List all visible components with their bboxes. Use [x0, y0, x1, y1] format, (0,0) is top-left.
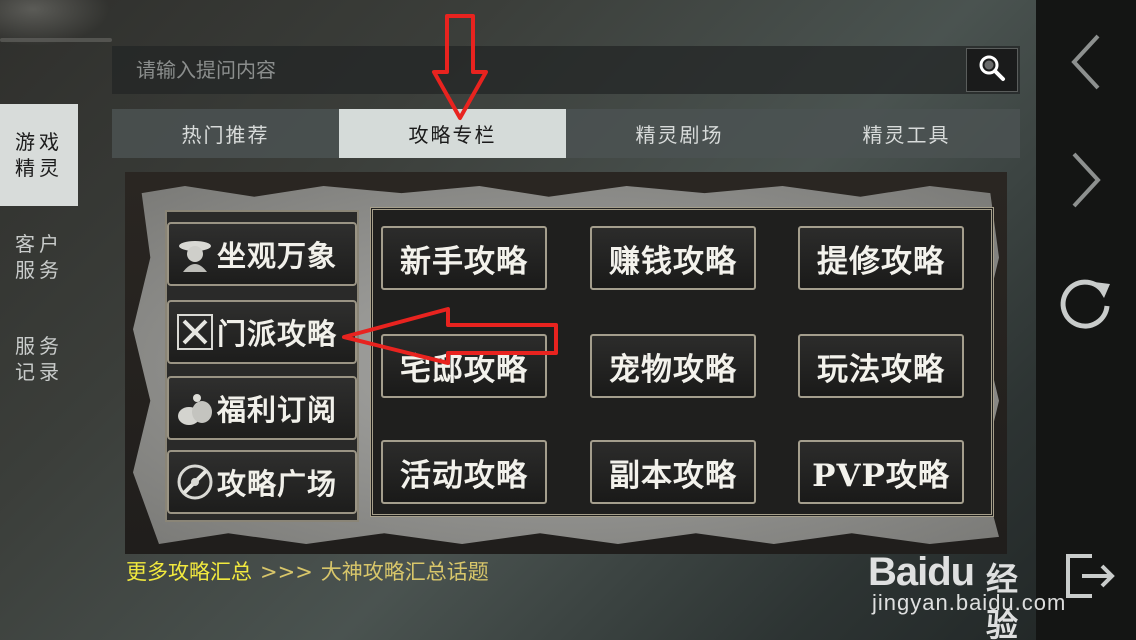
side-button-label: 门派攻略 [217, 317, 338, 351]
money-bag-icon [173, 386, 217, 430]
left-tab-label: 游戏 精灵 [15, 130, 63, 180]
left-tab-customer-service[interactable]: 客户 服务 [0, 206, 78, 308]
guide-button-newbie[interactable]: 新手攻略 [381, 226, 547, 290]
left-tab-label: 服务 记录 [15, 334, 63, 384]
tab-sprite-tools[interactable]: 精灵工具 [793, 109, 1020, 158]
compass-icon [173, 460, 217, 504]
exit-icon [1062, 548, 1118, 608]
guide-button-gameplay[interactable]: 玩法攻略 [798, 334, 964, 398]
master-guides-topic-link[interactable]: 大神攻略汇总话题 [321, 560, 489, 584]
side-button-label: 福利订阅 [217, 393, 338, 427]
guide-button-event[interactable]: 活动攻略 [381, 440, 547, 504]
guide-button-dungeon[interactable]: 副本攻略 [590, 440, 756, 504]
search-input[interactable] [112, 46, 964, 94]
watermark-logo: Baidu [868, 550, 975, 594]
tab-sprite-theater[interactable]: 精灵剧场 [566, 109, 793, 158]
guide-button-mansion[interactable]: 宅邸攻略 [381, 334, 547, 398]
left-tab-service-records[interactable]: 服务 记录 [0, 308, 78, 410]
footer-links: 更多攻略汇总 >>> 大神攻略汇总话题 [126, 557, 489, 587]
watermark-url: jingyan.baidu.com [872, 590, 1067, 615]
more-guides-link[interactable]: 更多攻略汇总 [126, 560, 252, 584]
refresh-icon [1058, 274, 1114, 330]
guide-button-earn-money[interactable]: 赚钱攻略 [590, 226, 756, 290]
search-icon [978, 54, 1006, 86]
search-bar [112, 46, 1020, 94]
side-button-label: 攻略广场 [217, 467, 338, 501]
side-button-guide-plaza[interactable]: 攻略广场 [167, 450, 357, 514]
side-button-label: 坐观万象 [217, 239, 338, 273]
chevron-left-icon [1066, 32, 1106, 92]
left-tab-label: 客户 服务 [15, 232, 63, 282]
forward-button[interactable] [1056, 150, 1116, 210]
tab-guide-column[interactable]: 攻略专栏 [339, 109, 566, 158]
side-button-overview[interactable]: 坐观万象 [167, 222, 357, 286]
tab-hot-recommend[interactable]: 热门推荐 [112, 109, 339, 158]
guide-button-pvp[interactable]: PVP攻略 [798, 440, 964, 504]
crossed-swords-icon [173, 310, 217, 354]
baidu-watermark: Baidu 经验 jingyan.baidu.com [868, 520, 1065, 640]
left-tab-game-sprite[interactable]: 游戏 精灵 [0, 104, 78, 206]
side-button-sect-guide[interactable]: 门派攻略 [167, 300, 357, 364]
guide-button-cultivation[interactable]: 提修攻略 [798, 226, 964, 290]
back-button[interactable] [1056, 32, 1116, 92]
search-button[interactable] [966, 48, 1018, 92]
link-separator: >>> [260, 560, 313, 584]
sage-icon [173, 232, 217, 276]
exit-button[interactable] [1060, 548, 1120, 608]
refresh-button[interactable] [1056, 272, 1116, 332]
guide-button-pet[interactable]: 宠物攻略 [590, 334, 756, 398]
side-button-welfare-subscribe[interactable]: 福利订阅 [167, 376, 357, 440]
chevron-right-icon [1066, 150, 1106, 210]
brush-line-decoration [0, 38, 112, 42]
category-tabs: 热门推荐 攻略专栏 精灵剧场 精灵工具 [112, 109, 1020, 158]
